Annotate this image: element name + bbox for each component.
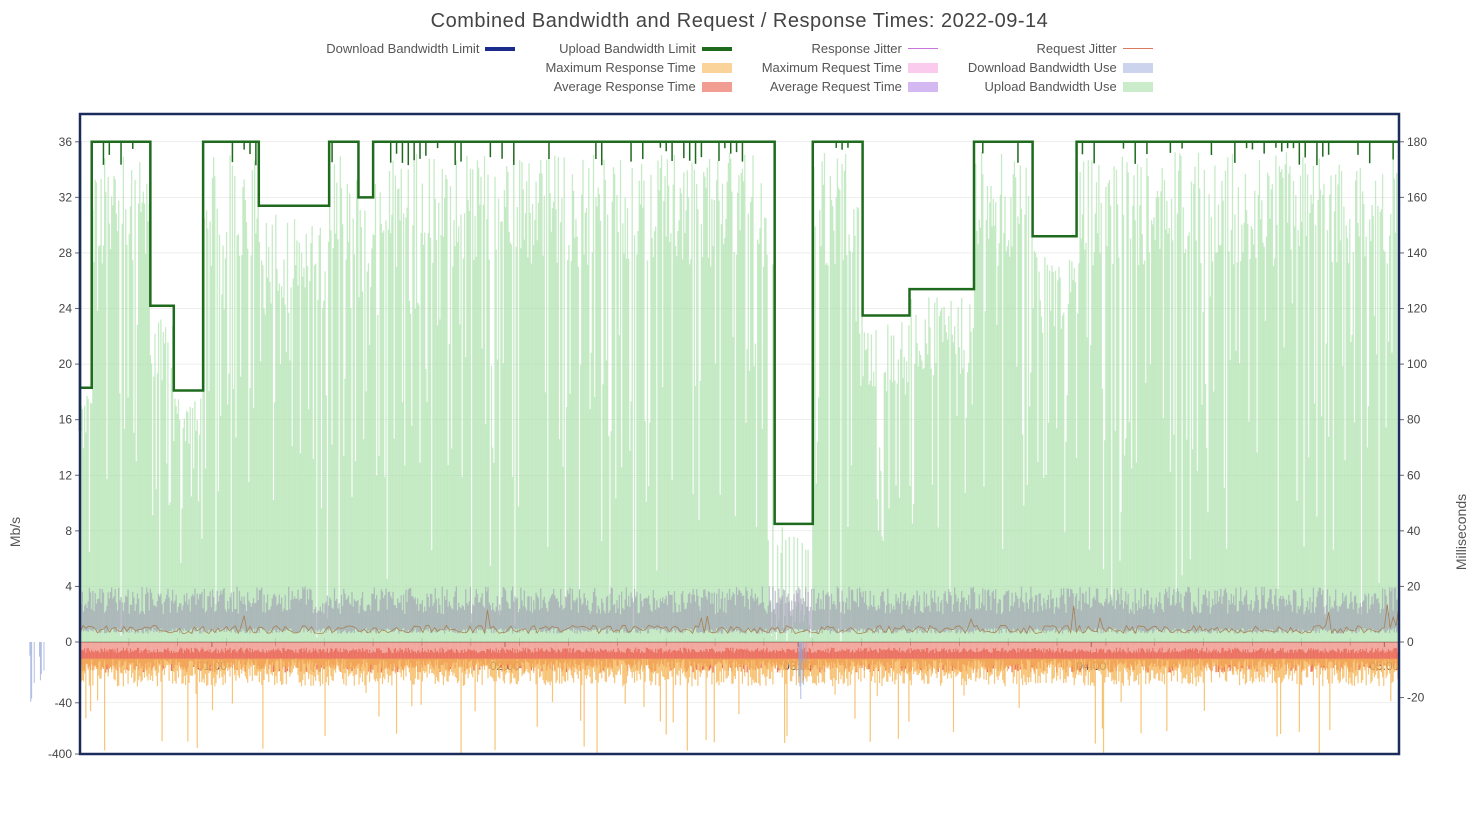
svg-text:16: 16: [59, 413, 73, 427]
svg-text:180: 180: [1407, 135, 1427, 149]
swatch-max-response: [702, 63, 732, 73]
svg-text:120: 120: [1407, 302, 1427, 316]
chart-title: Combined Bandwidth and Request / Respons…: [10, 10, 1469, 33]
legend-item-upload-use: Upload Bandwidth Use: [985, 79, 1153, 94]
legend-item-avg-response: Average Response Time: [554, 79, 732, 94]
svg-text:60: 60: [1407, 468, 1421, 482]
swatch-max-request: [908, 63, 938, 73]
swatch-download-use: [1123, 63, 1153, 73]
legend-item-request-jitter: Request Jitter: [1037, 41, 1153, 56]
svg-text:-40: -40: [55, 696, 73, 710]
legend-item-download-use: Download Bandwidth Use: [968, 60, 1153, 75]
plot-area: Mb/s Milliseconds -400-40048121620242832…: [10, 104, 1469, 764]
legend: Download Bandwidth Limit Upload Bandwidt…: [10, 41, 1469, 94]
legend-item-max-request: Maximum Request Time: [762, 60, 938, 75]
svg-text:8: 8: [65, 524, 72, 538]
legend-item-avg-request: Average Request Time: [770, 79, 938, 94]
legend-item-max-response: Maximum Response Time: [545, 60, 731, 75]
swatch-download-limit: [485, 47, 515, 51]
svg-text:160: 160: [1407, 190, 1427, 204]
swatch-response-jitter: [908, 48, 938, 49]
svg-text:0: 0: [65, 635, 72, 649]
legend-item-upload-limit: Upload Bandwidth Limit: [559, 41, 732, 56]
y-axis-label-right: Milliseconds: [1453, 494, 1469, 570]
svg-text:12: 12: [59, 468, 73, 482]
swatch-upload-use: [1123, 82, 1153, 92]
legend-item-response-jitter: Response Jitter: [812, 41, 938, 56]
plot-svg: -400-4004812162024283236-200204060801001…: [10, 104, 1469, 784]
legend-item-download-limit: Download Bandwidth Limit: [326, 41, 515, 56]
legend-col-2: Upload Bandwidth Limit Maximum Response …: [545, 41, 731, 94]
svg-text:40: 40: [1407, 524, 1421, 538]
svg-text:24: 24: [59, 302, 73, 316]
svg-text:4: 4: [65, 579, 72, 593]
svg-text:28: 28: [59, 246, 73, 260]
svg-text:0: 0: [1407, 635, 1414, 649]
svg-text:32: 32: [59, 190, 73, 204]
swatch-avg-response: [702, 82, 732, 92]
svg-text:100: 100: [1407, 357, 1427, 371]
svg-text:20: 20: [1407, 579, 1421, 593]
swatch-avg-request: [908, 82, 938, 92]
chart-container: Combined Bandwidth and Request / Respons…: [10, 10, 1469, 804]
svg-text:-400: -400: [48, 747, 72, 761]
svg-text:20: 20: [59, 357, 73, 371]
y-axis-label-left: Mb/s: [7, 517, 23, 547]
legend-col-1: Download Bandwidth Limit: [326, 41, 515, 94]
swatch-upload-limit: [702, 47, 732, 51]
svg-text:80: 80: [1407, 413, 1421, 427]
legend-col-3: Response Jitter Maximum Request Time Ave…: [762, 41, 938, 94]
svg-text:140: 140: [1407, 246, 1427, 260]
swatch-request-jitter: [1123, 48, 1153, 49]
svg-text:36: 36: [59, 135, 73, 149]
legend-col-4: Request Jitter Download Bandwidth Use Up…: [968, 41, 1153, 94]
svg-text:-20: -20: [1407, 691, 1425, 705]
